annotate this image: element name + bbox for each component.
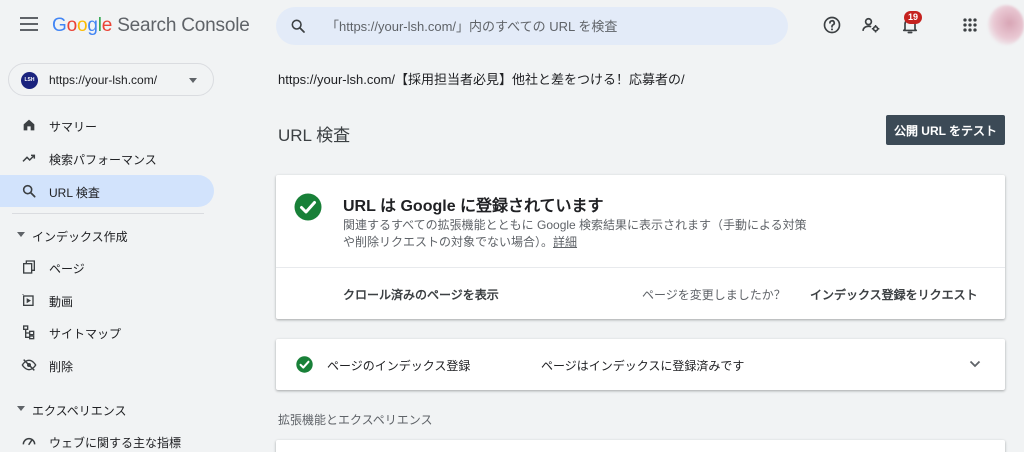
sidebar-item-summary[interactable]: サマリー xyxy=(0,109,214,141)
sitemap-icon xyxy=(22,325,35,340)
search-input[interactable] xyxy=(326,7,766,45)
user-settings-icon[interactable] xyxy=(861,15,881,35)
top-app-bar: Google Search Console 19 xyxy=(0,0,1024,54)
chevron-down-icon[interactable] xyxy=(969,359,981,369)
page-changed-question: ページを変更しましたか？ xyxy=(642,288,786,302)
sidebar-item-url-inspection[interactable]: URL 検査 xyxy=(0,175,214,207)
help-icon[interactable] xyxy=(822,15,842,35)
enhancements-card xyxy=(276,440,1005,452)
video-icon xyxy=(22,294,34,306)
sidebar-section-experience[interactable]: エクスペリエンス xyxy=(0,395,214,423)
request-indexing-link[interactable]: インデックス登録をリクエスト xyxy=(810,286,978,303)
sidebar-section-indexing[interactable]: インデックス作成 xyxy=(0,221,214,249)
apps-grid-icon[interactable] xyxy=(960,15,980,35)
index-status-title: URL は Google に登録されています xyxy=(343,198,604,215)
check-circle-icon xyxy=(294,193,322,221)
index-status-card: URL は Google に登録されています 関連するすべての拡張機能とともに … xyxy=(276,175,1005,319)
page-indexing-label: ページのインデックス登録 xyxy=(327,359,471,373)
app-logo[interactable]: Google Search Console xyxy=(52,15,250,37)
sidebar-item-performance[interactable]: 検索パフォーマンス xyxy=(0,142,214,174)
inspected-url-breadcrumb: https://your-lsh.com/【採用担当者必見】他社と差をつける！応… xyxy=(278,72,685,87)
speed-icon xyxy=(22,438,36,446)
property-url: https://your-lsh.com/ xyxy=(49,73,158,87)
url-inspect-search xyxy=(276,7,788,45)
card-divider xyxy=(276,267,1005,268)
view-crawled-page-link[interactable]: クロール済みのページを表示 xyxy=(343,286,499,303)
sidebar-item-pages[interactable]: ページ xyxy=(0,251,214,283)
section-caret-icon xyxy=(17,406,25,411)
page-indexing-row[interactable]: ページのインデックス登録 ページはインデックスに登録済みです xyxy=(276,339,1005,390)
page-title: URL 検査 xyxy=(278,126,351,145)
search-icon xyxy=(22,184,36,198)
details-link[interactable]: 詳細 xyxy=(553,235,577,249)
notification-badge: 19 xyxy=(904,11,923,24)
sidebar-item-sitemaps[interactable]: サイトマップ xyxy=(0,316,214,348)
sidebar-item-removals[interactable]: 削除 xyxy=(0,349,214,381)
test-live-url-button[interactable]: 公開 URL をテスト xyxy=(886,115,1005,145)
sidebar-divider xyxy=(12,213,204,214)
menu-icon[interactable] xyxy=(20,17,38,31)
pages-icon xyxy=(22,260,35,274)
sidebar-item-core-web-vitals[interactable]: ウェブに関する主な指標 xyxy=(0,425,214,452)
dropdown-caret-icon xyxy=(189,78,197,83)
section-caret-icon xyxy=(17,232,25,237)
removals-icon xyxy=(21,359,37,371)
sidebar-item-videos[interactable]: 動画 xyxy=(0,284,214,316)
trending-up-icon xyxy=(22,154,36,162)
index-status-description: 関連するすべての拡張機能とともに Google 検索結果に表示されます（手動によ… xyxy=(343,218,807,249)
check-circle-icon xyxy=(296,356,313,373)
page-indexing-status: ページはインデックスに登録済みです xyxy=(541,359,745,373)
property-logo: LSH xyxy=(21,72,38,89)
property-selector[interactable]: LSH https://your-lsh.com/ xyxy=(8,63,214,96)
enhancements-heading: 拡張機能とエクスペリエンス xyxy=(278,413,433,427)
account-avatar[interactable] xyxy=(988,5,1024,45)
search-icon xyxy=(291,19,305,33)
home-icon xyxy=(23,119,35,131)
